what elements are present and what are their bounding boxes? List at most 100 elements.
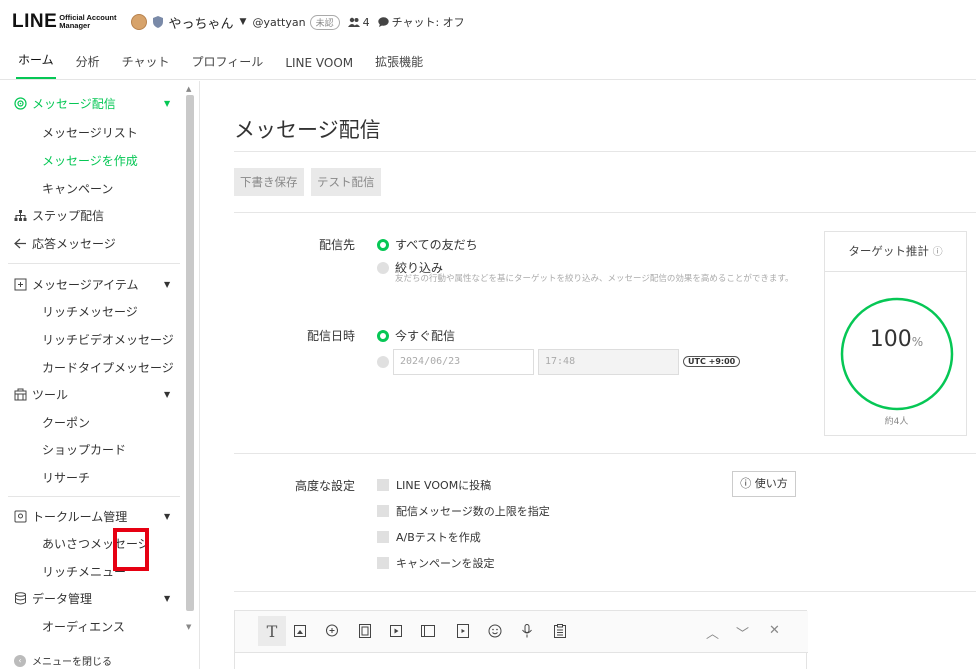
sidebar-item-rich-message[interactable]: リッチメッセージ bbox=[42, 303, 138, 320]
sidebar-item-message-items[interactable]: メッセージアイテム bbox=[14, 276, 139, 293]
image-icon[interactable] bbox=[291, 622, 309, 640]
checkbox-voom-post[interactable]: LINE VOOMに投稿 bbox=[377, 477, 491, 493]
sticker-icon[interactable] bbox=[486, 622, 504, 640]
checkbox-label: A/Bテストを作成 bbox=[396, 531, 481, 544]
tab-home[interactable]: ホーム bbox=[16, 51, 56, 79]
sidebar-item-shop-card[interactable]: ショップカード bbox=[42, 441, 126, 458]
radio-selected-icon bbox=[377, 329, 389, 342]
line-logo[interactable]: LINE Official Account Manager bbox=[12, 11, 117, 33]
datetime-label: 配信日時 bbox=[306, 329, 355, 343]
scroll-up-icon[interactable]: ▲ bbox=[186, 85, 191, 93]
radio-send-now[interactable]: 今すぐ配信 bbox=[377, 327, 455, 344]
close-menu-label: メニューを閉じる bbox=[32, 657, 112, 668]
how-to-button[interactable]: ⓘ 使い方 bbox=[732, 471, 796, 497]
sidebar-item-label: メッセージアイテム bbox=[32, 278, 139, 292]
chevron-down-icon[interactable]: ﹀ bbox=[736, 623, 749, 642]
account-name: やっちゃん bbox=[168, 16, 234, 32]
sidebar-item-coupon[interactable]: クーポン bbox=[42, 414, 90, 431]
recipients-label: 配信先 bbox=[318, 238, 355, 252]
chat-status[interactable]: チャット: オフ bbox=[377, 14, 465, 30]
rich-message-icon[interactable] bbox=[356, 622, 374, 640]
chevron-down-icon[interactable]: ▼ bbox=[164, 512, 170, 521]
card-icon[interactable] bbox=[419, 622, 437, 640]
sidebar-item-step-delivery[interactable]: ステップ配信 bbox=[14, 207, 104, 224]
sidebar-divider bbox=[8, 496, 180, 497]
message-editor: T ︿ ﹀ ✕ bbox=[234, 610, 808, 669]
radio-label: 今すぐ配信 bbox=[395, 329, 456, 343]
checkbox-limit-count[interactable]: 配信メッセージ数の上限を指定 bbox=[377, 503, 550, 519]
date-input[interactable]: 2024/06/23 bbox=[393, 349, 534, 375]
chevron-down-icon[interactable]: ▼ bbox=[164, 390, 170, 399]
help-icon[interactable]: ⓘ bbox=[933, 247, 943, 258]
sidebar-scrollbar[interactable] bbox=[186, 95, 194, 611]
checkbox-label: 配信メッセージ数の上限を指定 bbox=[396, 505, 550, 518]
sidebar-item-campaign[interactable]: キャンペーン bbox=[42, 180, 113, 197]
time-input[interactable]: 17:48 bbox=[538, 349, 679, 375]
microphone-icon[interactable] bbox=[518, 622, 536, 640]
tab-analytics[interactable]: 分析 bbox=[74, 53, 102, 79]
chevron-up-icon[interactable]: ︿ bbox=[706, 623, 719, 642]
text-icon[interactable]: T bbox=[263, 622, 281, 641]
sidebar-item-create-message[interactable]: メッセージを作成 bbox=[42, 152, 138, 169]
scroll-down-icon[interactable]: ▼ bbox=[186, 623, 191, 631]
sidebar-item-label: メッセージ配信 bbox=[32, 97, 116, 111]
sidebar-item-audience[interactable]: オーディエンス bbox=[42, 618, 125, 635]
chevron-down-icon: ▼ bbox=[239, 17, 247, 27]
divider bbox=[234, 453, 976, 454]
how-to-label: 使い方 bbox=[754, 477, 788, 490]
chevron-down-icon[interactable]: ▼ bbox=[164, 99, 170, 108]
target-people: 約4人 bbox=[884, 417, 909, 427]
editor-toolbar: T ︿ ﹀ ✕ bbox=[235, 611, 808, 653]
rich-video-icon[interactable] bbox=[454, 622, 472, 640]
sidebar-item-label: 応答メッセージ bbox=[32, 237, 116, 251]
sidebar-item-message-delivery[interactable]: メッセージ配信 bbox=[14, 95, 116, 112]
sidebar-item-label: ツール bbox=[32, 388, 69, 402]
close-menu-button[interactable]: ‹ メニューを閉じる bbox=[14, 653, 112, 668]
radio-scheduled[interactable] bbox=[377, 356, 389, 368]
chevron-down-icon[interactable]: ▼ bbox=[164, 280, 170, 289]
reply-icon bbox=[14, 238, 26, 249]
checkbox-icon bbox=[377, 531, 389, 543]
checkbox-ab-test[interactable]: A/Bテストを作成 bbox=[377, 529, 481, 545]
target-percent: 100% bbox=[825, 327, 968, 352]
clipboard-icon[interactable] bbox=[551, 622, 569, 640]
page-title: メッセージ配信 bbox=[234, 118, 381, 142]
target-estimate-heading: ターゲット推計 ⓘ bbox=[825, 232, 966, 272]
tab-profile[interactable]: プロフィール bbox=[190, 53, 266, 79]
sidebar-item-card-type[interactable]: カードタイプメッセージ bbox=[42, 359, 174, 376]
tab-line-voom[interactable]: LINE VOOM bbox=[283, 56, 355, 79]
video-icon[interactable] bbox=[387, 622, 405, 640]
sidebar-item-label: ステップ配信 bbox=[32, 209, 105, 223]
people-icon bbox=[347, 17, 360, 27]
checkbox-set-campaign[interactable]: キャンペーンを設定 bbox=[377, 555, 494, 571]
sidebar-item-research[interactable]: リサーチ bbox=[42, 469, 90, 486]
checkbox-label: キャンペーンを設定 bbox=[396, 557, 495, 570]
sidebar-item-tools[interactable]: ツール bbox=[14, 386, 68, 403]
sidebar-divider bbox=[8, 263, 180, 264]
chevron-left-icon: ‹ bbox=[14, 654, 26, 667]
close-icon[interactable]: ✕ bbox=[769, 623, 780, 638]
target-percent-unit: % bbox=[911, 335, 924, 349]
account-switcher[interactable]: やっちゃん ▼ bbox=[130, 13, 247, 32]
chat-status-text: チャット: オフ bbox=[391, 16, 465, 29]
sidebar-item-talkroom[interactable]: トークルーム管理 bbox=[14, 508, 127, 525]
tab-extensions[interactable]: 拡張機能 bbox=[373, 53, 425, 79]
test-send-button[interactable]: テスト配信 bbox=[311, 168, 381, 196]
radio-all-friends[interactable]: すべての友だち bbox=[377, 236, 478, 253]
add-box-icon bbox=[14, 278, 27, 291]
tab-chat[interactable]: チャット bbox=[120, 53, 172, 79]
chevron-down-icon[interactable]: ▼ bbox=[164, 594, 170, 603]
info-icon: ⓘ bbox=[740, 477, 752, 490]
sidebar-item-message-list[interactable]: メッセージリスト bbox=[42, 124, 138, 141]
broadcast-icon bbox=[14, 97, 27, 110]
step-tree-icon bbox=[14, 210, 27, 221]
checkbox-label: LINE VOOMに投稿 bbox=[396, 479, 492, 492]
advanced-settings-label: 高度な設定 bbox=[294, 479, 355, 493]
filter-hint: 友だちの行動や属性などを基にターゲットを絞り込み、メッセージ配信の効果を高めるこ… bbox=[395, 274, 794, 284]
sidebar-item-rich-video[interactable]: リッチビデオメッセージ bbox=[42, 331, 174, 348]
friends-count[interactable]: 4 bbox=[347, 16, 370, 29]
chat-plus-icon[interactable] bbox=[323, 622, 341, 640]
sidebar-item-auto-reply[interactable]: 応答メッセージ bbox=[14, 235, 116, 252]
sidebar-item-data-management[interactable]: データ管理 bbox=[14, 590, 92, 607]
save-draft-button[interactable]: 下書き保存 bbox=[234, 168, 304, 196]
